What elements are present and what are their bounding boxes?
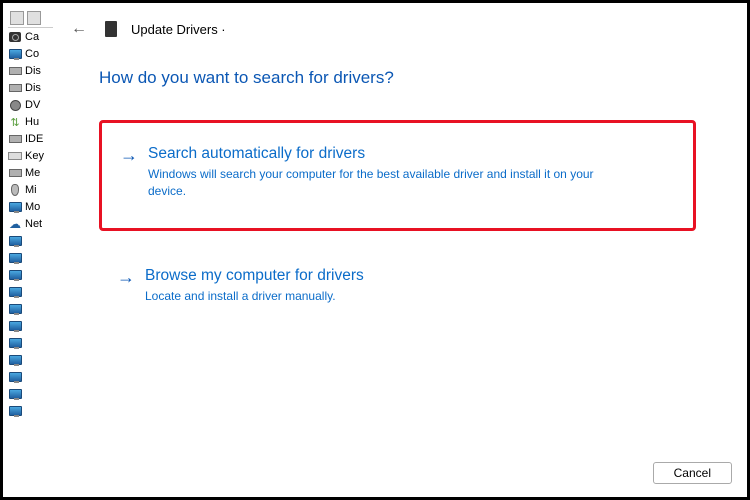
option-browse-computer[interactable]: → Browse my computer for drivers Locate … [99,253,696,319]
tree-item: Dis [8,80,58,96]
tree-item [8,386,58,402]
tree-item [8,369,58,385]
dialog-header: ← Update Drivers · [53,8,742,48]
tree-item: Ca [8,29,58,45]
tree-item [8,284,58,300]
tree-item: Me [8,165,58,181]
device-icon [105,21,117,37]
dialog-footer: Cancel [53,454,742,492]
dialog-title: Update Drivers · [131,22,226,37]
option-description: Locate and install a driver manually. [145,288,625,305]
tree-item: Mi [8,182,58,198]
arrow-right-icon: → [120,145,138,200]
update-drivers-dialog: ← Update Drivers · How do you want to se… [53,8,742,492]
tree-item: Co [8,46,58,62]
tree-toolbar [8,8,58,28]
option-title: Search automatically for drivers [148,145,675,163]
option-title: Browse my computer for drivers [145,267,678,285]
back-arrow-icon[interactable]: ← [67,18,91,40]
tree-item [8,352,58,368]
dialog-heading: How do you want to search for drivers? [99,68,696,88]
tree-item: Key [8,148,58,164]
tree-item: IDE [8,131,58,147]
tree-item [8,267,58,283]
arrow-right-icon: → [117,267,135,305]
cancel-button[interactable]: Cancel [653,462,732,484]
tree-item [8,233,58,249]
tree-item [8,318,58,334]
option-description: Windows will search your computer for th… [148,166,628,200]
device-tree-background: Ca Co Dis Dis DV ⇅Hu IDE Key Me Mi Mo ☁N… [8,8,58,488]
tree-item: ☁Net [8,216,58,232]
tree-item [8,301,58,317]
tree-item: DV [8,97,58,113]
tree-item [8,403,58,419]
tree-item: ⇅Hu [8,114,58,130]
tree-item: Dis [8,63,58,79]
option-search-automatically[interactable]: → Search automatically for drivers Windo… [99,120,696,231]
dialog-body: How do you want to search for drivers? →… [53,48,742,454]
tree-item: Mo [8,199,58,215]
tree-item [8,250,58,266]
tree-item [8,335,58,351]
